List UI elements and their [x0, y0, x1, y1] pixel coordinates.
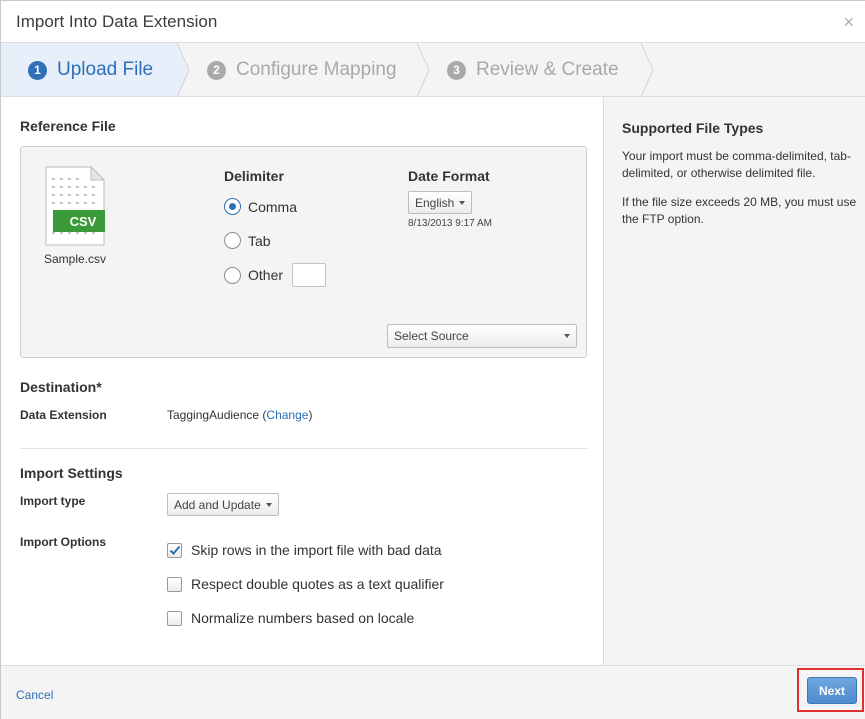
radio-label: Other [248, 267, 284, 283]
checkbox-label: Skip rows in the import file with bad da… [191, 542, 442, 558]
checkbox[interactable] [167, 610, 182, 626]
dialog-footer: Cancel Next [1, 665, 865, 719]
checkbox-label: Normalize numbers based on locale [191, 610, 415, 626]
data-extension-value: TaggingAudience (Change) [167, 408, 312, 422]
csv-file-icon: CSV [45, 166, 105, 246]
step-separator-chevron [641, 43, 653, 96]
checkbox[interactable] [167, 542, 182, 558]
option-normalize-numbers[interactable]: Normalize numbers based on locale [167, 610, 414, 626]
next-button[interactable]: Next [807, 677, 857, 704]
import-type-value: Add and Update [174, 497, 261, 512]
dialog-header: Import Into Data Extension × [1, 1, 865, 43]
step-label: Review & Create [476, 59, 619, 80]
close-icon[interactable]: × [843, 12, 854, 33]
import-type-dropdown[interactable]: Add and Update [167, 493, 279, 516]
radio-label: Comma [248, 198, 298, 215]
cancel-link[interactable]: Cancel [16, 688, 53, 702]
info-sidebar: Supported File Types Your import must be… [604, 97, 865, 665]
data-extension-name: TaggingAudience [167, 408, 260, 422]
section-divider [20, 448, 587, 449]
data-extension-label: Data Extension [20, 408, 107, 422]
other-delimiter-input[interactable] [292, 263, 327, 287]
delimiter-radio-tab[interactable]: Tab [224, 232, 271, 249]
main-panel: Reference File CSV Sample.csv Delimiter [1, 97, 604, 665]
csv-badge-text: CSV [70, 214, 97, 229]
sidebar-title: Supported File Types [622, 120, 764, 136]
step-label: Upload File [57, 59, 154, 80]
caret-down-icon [564, 334, 570, 338]
wizard-step-upload-file[interactable]: 1 Upload File [1, 43, 177, 96]
reference-file-box: CSV Sample.csv Delimiter Comma Tab Other… [20, 146, 587, 358]
import-settings-title: Import Settings [20, 465, 123, 481]
wizard-step-review-create[interactable]: 3 Review & Create [417, 43, 657, 96]
file-name: Sample.csv [44, 252, 107, 266]
step-label: Configure Mapping [236, 59, 397, 80]
step-number-badge: 3 [447, 60, 466, 80]
change-close-paren: ) [308, 408, 313, 422]
import-options-label: Import Options [20, 535, 106, 549]
date-format-dropdown[interactable]: English [408, 191, 473, 214]
checkbox-label: Respect double quotes as a text qualifie… [191, 576, 444, 592]
step-number-badge: 2 [207, 60, 226, 80]
radio-icon[interactable] [224, 198, 241, 215]
caret-down-icon [459, 200, 466, 205]
option-respect-double-quotes[interactable]: Respect double quotes as a text qualifie… [167, 576, 444, 592]
radio-label: Tab [248, 232, 271, 249]
sidebar-paragraph-size: If the file size exceeds 20 MB, you must… [622, 195, 857, 226]
change-link[interactable]: Change [266, 408, 308, 422]
import-type-label: Import type [20, 494, 86, 508]
wizard-steps: 1 Upload File 2 Configure Mapping 3 Revi… [1, 43, 865, 97]
wizard-step-configure-mapping[interactable]: 2 Configure Mapping [177, 43, 417, 96]
dialog-title: Import Into Data Extension [16, 12, 218, 31]
radio-icon[interactable] [224, 232, 241, 249]
sidebar-paragraph-delimited: Your import must be comma-delimited, tab… [622, 149, 851, 180]
reference-file-title: Reference File [20, 118, 116, 134]
date-format-title: Date Format [408, 168, 490, 184]
option-skip-bad-rows[interactable]: Skip rows in the import file with bad da… [167, 542, 442, 558]
destination-title: Destination* [20, 379, 102, 395]
checkmark-icon [169, 545, 180, 555]
delimiter-radio-other[interactable]: Other [224, 263, 327, 287]
date-format-sample: 8/13/2013 9:17 AM [408, 218, 492, 229]
select-source-value: Select Source [394, 329, 469, 343]
delimiter-radio-comma[interactable]: Comma [224, 198, 297, 215]
caret-down-icon [265, 502, 272, 507]
select-source-dropdown[interactable]: Select Source [387, 324, 577, 348]
import-dialog: Import Into Data Extension × 1 Upload Fi… [0, 0, 865, 719]
date-format-value: English [415, 195, 455, 210]
step-number-badge: 1 [28, 60, 47, 80]
radio-icon[interactable] [224, 266, 241, 284]
delimiter-title: Delimiter [224, 168, 284, 184]
checkbox[interactable] [167, 576, 182, 592]
